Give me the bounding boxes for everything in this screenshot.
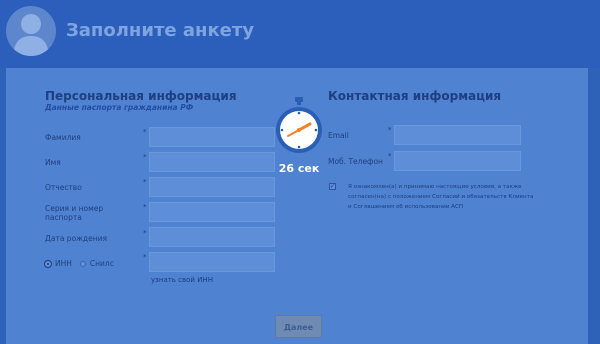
- required-mark: *: [143, 178, 147, 186]
- agree-checkbox[interactable]: ✓: [329, 183, 336, 190]
- asp-agreement-link[interactable]: Соглашением об использовании АСП: [353, 204, 463, 210]
- inn-input[interactable]: [149, 252, 275, 272]
- birthdate-label: Дата рождения: [45, 234, 107, 243]
- phone-label: Моб. Телефон: [328, 157, 383, 166]
- personal-info-subtitle[interactable]: Данные паспорта гражданина РФ: [45, 103, 193, 112]
- doc-type-radio-group: ИНН Снилс: [45, 259, 114, 268]
- required-mark: *: [143, 128, 147, 136]
- radio-inn[interactable]: [45, 260, 51, 267]
- timer-countdown: 26 сек: [278, 162, 320, 175]
- patronymic-label: Отчество: [45, 183, 82, 192]
- agree-text-part: Я ознакомлен(а) и принимаю настоящие: [348, 184, 471, 190]
- required-mark: *: [143, 203, 147, 211]
- passport-label-line1: Серия и номер: [45, 204, 104, 213]
- user-silhouette-icon: [6, 6, 56, 56]
- patronymic-input[interactable]: [149, 177, 275, 197]
- agree-text: Я ознакомлен(а) и принимаю настоящие усл…: [348, 182, 538, 212]
- radio-inn-label: ИНН: [55, 259, 72, 268]
- email-input[interactable]: [394, 125, 521, 145]
- birthdate-input[interactable]: [149, 227, 275, 247]
- radio-snils[interactable]: [79, 260, 86, 267]
- personal-info-title: Персональная информация: [45, 89, 237, 103]
- firstname-label: Имя: [45, 158, 61, 167]
- required-mark: *: [388, 126, 392, 134]
- find-inn-link[interactable]: узнать свой ИНН: [151, 276, 213, 284]
- client-obligations-link[interactable]: Согласий и обязательств Клиента: [432, 194, 533, 200]
- terms-link[interactable]: условия: [470, 184, 494, 190]
- contact-info-title: Контактная информация: [328, 89, 502, 103]
- required-mark: *: [143, 253, 147, 261]
- page-title: Заполните анкету: [66, 20, 255, 41]
- page-header: Заполните анкету: [0, 0, 600, 68]
- lastname-label: Фамилия: [45, 133, 81, 142]
- stopwatch-icon: [272, 97, 326, 155]
- required-mark: *: [143, 153, 147, 161]
- passport-input[interactable]: [149, 202, 275, 222]
- required-mark: *: [388, 152, 392, 160]
- firstname-input[interactable]: [149, 152, 275, 172]
- email-label: Email: [328, 131, 349, 140]
- phone-input[interactable]: [394, 151, 521, 171]
- next-button[interactable]: Далее: [275, 315, 322, 338]
- radio-snils-label: Снилс: [89, 259, 114, 268]
- lastname-input[interactable]: [149, 127, 275, 147]
- passport-label-line2: паспорта: [45, 213, 82, 222]
- passport-label: Серия и номер паспорта: [45, 204, 103, 222]
- required-mark: *: [143, 229, 147, 237]
